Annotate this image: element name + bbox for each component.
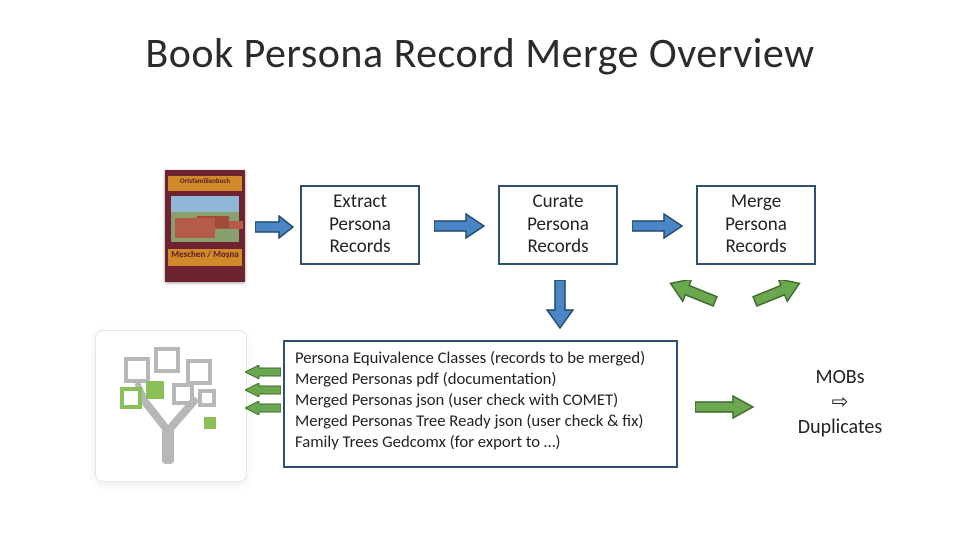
mobs-l1: MOBs <box>770 365 910 390</box>
slide: Book Persona Record Merge Overview Ortsf… <box>0 0 960 540</box>
mobs-duplicates-label: MOBs ⇨ Duplicates <box>770 365 910 440</box>
mobs-arrow-glyph: ⇨ <box>770 390 910 415</box>
step-extract: Extract Persona Records <box>300 185 420 265</box>
step-extract-l1: Extract <box>333 191 387 214</box>
step-curate-l1: Curate <box>533 191 584 214</box>
step-merge: Merge Persona Records <box>696 185 816 265</box>
step-merge-l2: Persona <box>725 214 787 237</box>
step-curate-l3: Records <box>527 236 588 259</box>
arrow-outputs-to-merge-icon <box>748 280 808 330</box>
arrow-outputs-to-mobs-icon <box>695 395 755 419</box>
arrow-outputs-to-tree-1-icon <box>245 365 281 379</box>
arrow-extract-to-curate-icon <box>434 213 486 239</box>
book-cover-graphic: Ortsfamilienbuch Meschen / Moșna <box>165 170 245 282</box>
outputs-box: Persona Equivalence Classes (records to … <box>283 340 678 468</box>
arrow-outputs-to-tree-3-icon <box>245 401 281 415</box>
page-title: Book Persona Record Merge Overview <box>0 28 960 79</box>
step-extract-l2: Persona <box>329 214 391 237</box>
step-extract-l3: Records <box>329 236 390 259</box>
arrow-book-to-extract-icon <box>255 215 295 239</box>
step-curate: Curate Persona Records <box>498 185 618 265</box>
step-curate-l2: Persona <box>527 214 589 237</box>
familysearch-tree-icon <box>95 330 247 482</box>
book-photo-area <box>171 196 239 242</box>
step-merge-l1: Merge <box>731 191 781 214</box>
arrow-curate-to-merge-icon <box>632 213 684 239</box>
book-top-label: Ortsfamilienbuch <box>168 176 242 191</box>
mobs-l3: Duplicates <box>770 415 910 440</box>
arrow-merge-to-outputs-icon <box>662 280 722 330</box>
arrow-outputs-to-tree-2-icon <box>245 383 281 397</box>
step-merge-l3: Records <box>725 236 786 259</box>
book-bottom-label: Meschen / Moșna <box>168 249 242 266</box>
arrow-curate-to-outputs-icon <box>546 280 574 330</box>
